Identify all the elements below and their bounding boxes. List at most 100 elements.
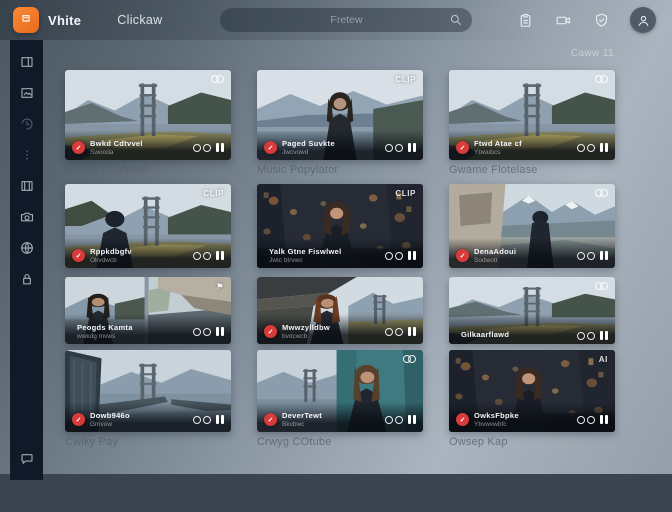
video-card[interactable]: ✓Mwwzylldbwbvdcwcb [257,277,423,344]
ring-icon[interactable] [385,416,393,424]
ring-icon[interactable] [203,328,211,336]
ring-icon[interactable] [577,144,585,152]
video-card[interactable]: ✓Ftwd Atae cfYbwubcs [449,70,615,160]
ring-icon[interactable] [395,416,403,424]
sidebar-item-chat-icon[interactable] [18,450,36,468]
user-avatar[interactable] [630,7,656,33]
ring-icon[interactable] [193,252,201,260]
thumbnail-overlay: ✓OwksFbpkeYbvwvwbfc [449,402,615,432]
ring-icon[interactable] [385,252,393,260]
sidebar-item-film-icon[interactable] [18,177,36,195]
ring-icon[interactable] [385,328,393,336]
thumbnail-overlay: ✓Mwwzylldbwbvdcwcb [257,314,423,344]
ring-icon[interactable] [587,416,595,424]
sidebar [10,40,43,480]
thumbnail-overlay: ✓Bwkd CdtvvelSwooda [65,130,231,160]
pause-icon[interactable] [600,415,608,424]
sidebar-item-history-icon[interactable] [18,115,36,133]
video-card[interactable]: ✓Dowb946oGmvow [65,350,231,432]
video-card[interactable]: Gilkaarflawd [449,277,615,344]
sidebar-item-globe-icon[interactable] [18,239,36,257]
ring-icon[interactable] [203,416,211,424]
ring-icon[interactable] [385,144,393,152]
video-subtitle: wwkdg mvws [77,333,133,340]
loop-icon [211,75,224,83]
channel-badge-icon: ✓ [264,325,277,338]
video-title: Peogds Kamta [77,324,133,333]
channel-badge-icon: ✓ [456,413,469,426]
video-card[interactable]: CLIP✓RppkdbgfvOkvdwcb [65,184,231,268]
loop-icon [595,75,608,83]
pause-icon[interactable] [216,415,224,424]
channel-badge-icon: ✓ [72,249,85,262]
clip-badge: AI [599,355,608,364]
pause-icon[interactable] [408,415,416,424]
ring-icon [408,355,416,363]
sidebar-item-card-icon[interactable] [18,84,36,102]
main-content: Caww 11 ✓Bwkd CdtvvelSwoodaCLIP✓Paged Su… [56,40,672,474]
ring-icon[interactable] [193,328,201,336]
ring-icon[interactable] [577,416,585,424]
pause-icon[interactable] [216,251,224,260]
search-input[interactable] [220,8,472,32]
ring-icon [600,189,608,197]
caption-row: Cwiky PayCrwyg COtubeOwsep Kap [65,436,616,448]
pause-icon[interactable] [408,327,416,336]
ring-icon[interactable] [203,252,211,260]
channel-badge-icon: ✓ [72,413,85,426]
video-card[interactable]: AI ✓OwksFbpkeYbvwvwbfc [449,350,615,432]
ring-icon[interactable] [203,144,211,152]
sidebar-item-camera-icon[interactable] [18,208,36,226]
video-card[interactable]: ✓Bwkd CdtvvelSwooda [65,70,231,160]
ring-icon[interactable] [587,252,595,260]
ring-icon[interactable] [193,416,201,424]
video-camera-icon[interactable] [552,9,574,31]
pause-icon[interactable] [600,143,608,152]
ring-icon[interactable] [587,332,595,340]
video-caption: Crwyg COtube [257,436,423,448]
ring-icon[interactable] [587,144,595,152]
video-subtitle: Okvdwcb [90,257,132,264]
ring-icon[interactable] [395,144,403,152]
pause-icon[interactable] [216,327,224,336]
thumbnail-overlay: Yalk Gtne FiswlwelJwtc btrvwc [257,238,423,268]
ring-icon[interactable] [577,252,585,260]
thumbnail-overlay: Peogds Kamtawwkdg mvws [65,314,231,344]
video-subtitle: Jwtc btrvwc [269,257,342,264]
video-card[interactable]: CLIP✓Paged SuvkteJwcvowd [257,70,423,160]
thumbnail-overlay: ✓RppkdbgfvOkvdwcb [65,238,231,268]
video-subtitle: Swooda [90,149,143,156]
flag-icon: ⚑ [216,282,224,291]
pause-icon[interactable] [408,143,416,152]
search-bar[interactable] [220,8,472,32]
sidebar-item-panel-icon[interactable] [18,53,36,71]
search-icon[interactable] [448,12,463,32]
ring-icon[interactable] [395,252,403,260]
ring-icon [216,75,224,83]
ring-icon[interactable] [193,144,201,152]
sidebar-item-lock-icon[interactable] [18,270,36,288]
ring-icon[interactable] [577,332,585,340]
pause-icon[interactable] [600,251,608,260]
pause-icon[interactable] [216,143,224,152]
video-card[interactable]: CLIPYalk Gtne FiswlwelJwtc btrvwc [257,184,423,268]
grid-row: ⚑ Peogds Kamtawwkdg mvws ✓Mwwzylldbwbvdcwc… [65,277,616,344]
video-card[interactable]: ✓DeverTewtBkvbwc [257,350,423,432]
pause-icon[interactable] [408,251,416,260]
ring-icon [600,282,608,290]
caption-row: Smote PlayfneteMusic PopylatorGwame Flot… [65,164,616,176]
ring-icon [600,75,608,83]
menu-item[interactable]: Clickaw [117,13,162,27]
app-logo[interactable] [13,7,39,33]
sidebar-item-dots-icon[interactable] [18,146,36,164]
video-card[interactable]: ✓DenaAdouiSodwott [449,184,615,268]
video-title: Bwkd Cdtvvel [90,140,143,149]
thumbnail-overlay: ✓Dowb946oGmvow [65,402,231,432]
bottom-bar [0,474,672,512]
pause-icon[interactable] [600,331,608,340]
shield-check-icon[interactable] [590,9,612,31]
ring-icon[interactable] [395,328,403,336]
channel-badge-icon: ✓ [456,249,469,262]
clipboard-icon[interactable] [514,9,536,31]
video-card[interactable]: ⚑ Peogds Kamtawwkdg mvws [65,277,231,344]
